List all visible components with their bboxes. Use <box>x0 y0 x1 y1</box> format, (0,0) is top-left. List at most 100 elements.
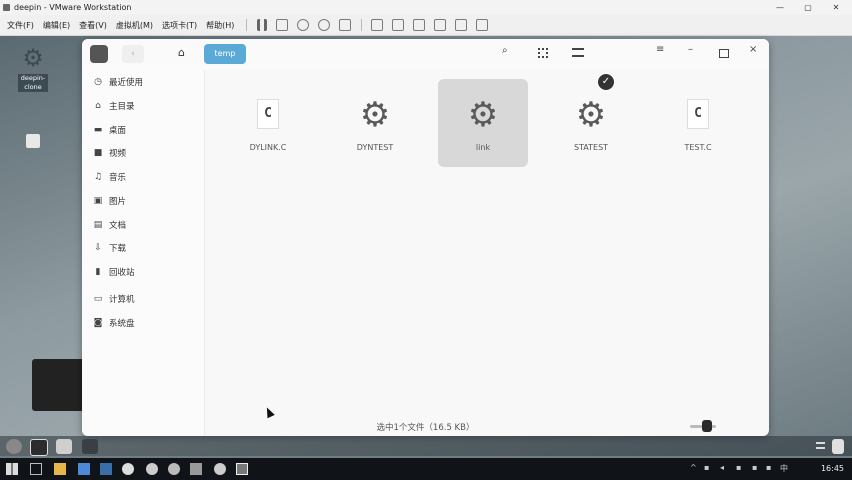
search-icon[interactable]: ⌕ <box>502 45 508 56</box>
desktop-icon-label: deepin- clone <box>18 74 48 92</box>
computer-icon: ▭ <box>93 294 103 304</box>
task-view-icon[interactable] <box>30 463 42 475</box>
file-item[interactable]: C TEST.C <box>653 79 743 167</box>
zoom-slider-handle[interactable] <box>702 420 712 432</box>
send-keys-icon[interactable] <box>276 19 289 31</box>
file-name: link <box>475 143 491 152</box>
file-manager-logo-icon <box>90 45 108 63</box>
home-icon[interactable]: ⌂ <box>178 46 185 59</box>
maximize-button[interactable]: ▢ <box>794 0 822 15</box>
file-item-selected[interactable]: ⚙ link <box>438 79 528 167</box>
pause-icon[interactable] <box>257 19 268 31</box>
back-button[interactable]: ‹ <box>122 45 144 63</box>
home-icon: ⌂ <box>95 101 101 111</box>
menu-edit[interactable]: 编辑(E) <box>43 20 70 31</box>
network-icon[interactable]: ▪ <box>704 463 709 472</box>
file-manager-dock-icon[interactable] <box>56 439 72 454</box>
sidebar-item-documents[interactable]: ▤ 文档 <box>93 218 126 232</box>
executable-gear-icon: ⚙ <box>575 95 607 135</box>
sidebar-item-recent[interactable]: ◷ 最近使用 <box>93 75 143 89</box>
sidebar-item-downloads[interactable]: ⇩ 下载 <box>93 241 126 255</box>
sidebar-item-desktop[interactable]: ▬ 桌面 <box>93 123 126 137</box>
menu-vm[interactable]: 虚拟机(M) <box>116 20 153 31</box>
unity-icon[interactable] <box>455 19 468 31</box>
dock-menu-icon[interactable] <box>816 442 825 449</box>
stretch-icon[interactable] <box>476 19 489 31</box>
tray-app-icon[interactable]: ▪ <box>766 463 771 472</box>
thumbnail-view-icon[interactable] <box>413 19 426 31</box>
revert-snapshot-icon[interactable] <box>318 19 331 31</box>
clock[interactable]: 16:45 <box>821 464 844 473</box>
sidebar-item-label: 计算机 <box>109 295 135 305</box>
vmware-taskbar-icon[interactable] <box>236 463 248 475</box>
sidebar-item-label: 回收站 <box>109 268 135 278</box>
minimize-icon[interactable]: – <box>688 44 693 55</box>
sidebar-item-home[interactable]: ⌂ 主目录 <box>93 99 134 113</box>
sidebar-item-label: 图片 <box>109 197 127 207</box>
gear-icon: ⚙ <box>22 44 44 72</box>
menu-help[interactable]: 帮助(H) <box>206 20 234 31</box>
console-view-icon[interactable] <box>392 19 405 31</box>
breadcrumb-current[interactable]: temp <box>204 44 246 64</box>
sidebar-item-label: 文档 <box>109 221 127 231</box>
menu-file[interactable]: 文件(F) <box>7 20 34 31</box>
video-icon: ■ <box>93 148 103 158</box>
app-dock-icon[interactable] <box>82 439 98 454</box>
maximize-icon[interactable] <box>719 49 729 58</box>
file-item[interactable]: C DYLINK.C <box>223 79 313 167</box>
app-icon[interactable] <box>168 463 180 475</box>
snapshot-manager-icon[interactable] <box>339 19 352 31</box>
trash-dock-icon[interactable] <box>832 439 844 454</box>
minimize-button[interactable]: — <box>766 0 794 15</box>
snapshot-icon[interactable] <box>297 19 310 31</box>
file-name: STATEST <box>573 143 609 152</box>
launcher-icon[interactable] <box>6 439 22 454</box>
tray-app-icon[interactable]: ▪ <box>752 463 757 472</box>
chrome-icon[interactable] <box>122 463 134 475</box>
desktop-app-icon[interactable]: ⚙ deepin- clone <box>18 44 48 92</box>
sidebar-item-label: 最近使用 <box>109 78 144 88</box>
sidebar-item-trash[interactable]: ▮ 回收站 <box>93 265 135 279</box>
file-item[interactable]: ⚙ DYNTEST <box>330 79 420 167</box>
close-button[interactable]: ✕ <box>822 0 850 15</box>
menu-icon[interactable]: ≡ <box>656 44 664 55</box>
sidebar-item-label: 系统盘 <box>109 319 135 329</box>
file-name: DYLINK.C <box>249 143 287 152</box>
explorer-icon[interactable] <box>54 463 66 475</box>
mail-icon[interactable] <box>100 463 112 475</box>
file-name: TEST.C <box>684 143 712 152</box>
menu-view[interactable]: 查看(V) <box>79 20 107 31</box>
app-icon[interactable] <box>214 463 226 475</box>
file-manager-window: ‹ ⌂ temp ⌕ ≡ – × ◷ 最近使用 ⌂ 主目录 ▬ 桌面 ■ 视频 ♫ 音乐 … <box>82 39 769 436</box>
list-view-icon[interactable] <box>572 48 584 57</box>
file-item[interactable]: ⚙ STATEST <box>546 79 636 167</box>
ime-indicator[interactable]: 中 <box>780 463 788 474</box>
sidebar-item-system-disk[interactable]: ◙ 系统盘 <box>93 316 135 330</box>
clock-icon: ◷ <box>94 77 102 87</box>
volume-icon[interactable]: ◂ <box>720 463 724 472</box>
icon-view-icon[interactable] <box>538 48 548 58</box>
sidebar-item-computer[interactable]: ▭ 计算机 <box>93 292 135 306</box>
guest-dock <box>0 436 852 456</box>
close-icon[interactable]: × <box>749 44 757 55</box>
edge-icon[interactable] <box>78 463 90 475</box>
sidebar-item-video[interactable]: ■ 视频 <box>93 146 126 160</box>
fullscreen-icon[interactable] <box>434 19 447 31</box>
toolbar-divider <box>246 19 248 31</box>
sidebar-item-pictures[interactable]: ▣ 图片 <box>93 194 126 208</box>
menu-tabs[interactable]: 选项卡(T) <box>162 20 197 31</box>
toolbar-divider <box>361 19 363 31</box>
app-icon[interactable] <box>146 463 158 475</box>
vmware-logo-icon <box>3 4 10 11</box>
sidebar-item-music[interactable]: ♫ 音乐 <box>93 170 126 184</box>
terminal-icon[interactable] <box>30 439 48 456</box>
download-icon: ⇩ <box>94 243 102 253</box>
app-icon[interactable] <box>190 463 202 475</box>
tray-up-icon[interactable]: ^ <box>690 463 697 472</box>
library-icon[interactable] <box>371 19 384 31</box>
desktop-file-icon[interactable] <box>26 134 40 148</box>
tray-app-icon[interactable]: ▪ <box>736 463 741 472</box>
c-file-icon: C <box>257 99 279 129</box>
executable-gear-icon: ⚙ <box>359 95 391 135</box>
windows-start-icon[interactable] <box>6 463 18 475</box>
